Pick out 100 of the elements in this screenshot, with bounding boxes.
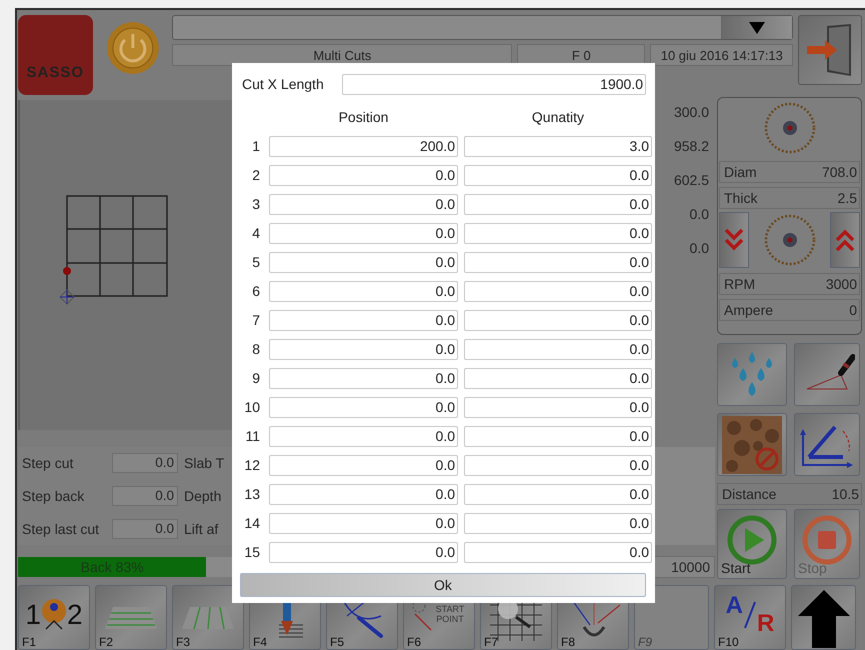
param-label: Step cut xyxy=(22,455,74,471)
param-label: Slab T xyxy=(184,455,224,471)
input-field[interactable]: 0.0 xyxy=(464,222,652,244)
param-value: 2.5 xyxy=(838,190,857,206)
input-field[interactable]: 0.0 xyxy=(269,542,458,562)
row-number: 13 xyxy=(243,486,261,502)
input-field[interactable]: 0.0 xyxy=(464,280,652,302)
value-display: 0.0 xyxy=(112,486,178,506)
function-key-button[interactable]: F2 xyxy=(95,585,167,650)
input-field[interactable]: 0.0 xyxy=(464,252,652,272)
ok-button[interactable]: Ok xyxy=(240,573,646,597)
param-label: Ampere xyxy=(724,302,774,318)
input-field[interactable]: 0.0 xyxy=(269,426,458,446)
digit-label: 1 xyxy=(25,600,41,628)
input-field[interactable]: 0.0 xyxy=(464,164,652,186)
input-field[interactable]: 0.0 xyxy=(269,310,458,330)
date-time: 10 giu 2016 14:17:13 xyxy=(650,44,794,66)
start-point-label: START POINT xyxy=(434,604,466,624)
input-field[interactable]: 0.0 xyxy=(464,542,652,562)
up-arrow-button[interactable] xyxy=(791,585,856,650)
row-number: 7 xyxy=(251,312,261,328)
row-number: 14 xyxy=(243,515,261,531)
row-number: 11 xyxy=(244,428,261,444)
param-label: Distance xyxy=(722,486,776,502)
slash-icon xyxy=(743,600,757,630)
row-number: 10 xyxy=(243,399,261,415)
param-label: Depth xyxy=(184,488,222,504)
input-field[interactable]: 0.0 xyxy=(269,194,458,214)
input-field[interactable]: 200.0 xyxy=(269,136,458,156)
dropdown-field[interactable] xyxy=(172,15,794,40)
input-field[interactable]: 0.0 xyxy=(464,512,652,534)
tool-button[interactable] xyxy=(717,413,787,476)
input-field[interactable]: 0.0 xyxy=(464,396,652,418)
param-label: RPM xyxy=(724,276,756,292)
field-label: Cut X Length xyxy=(241,76,325,92)
row-number: 15 xyxy=(243,544,261,560)
input-field[interactable]: 1900.0 xyxy=(342,74,646,94)
input-field[interactable]: 0.0 xyxy=(269,484,458,504)
input-field[interactable]: 0.0 xyxy=(269,338,458,360)
lower-button[interactable] xyxy=(719,212,749,268)
dropdown-caret-icon xyxy=(748,20,766,34)
digit-label: 2 xyxy=(67,600,83,628)
param-label: Thick xyxy=(724,190,758,206)
param-label: Lift af xyxy=(184,521,220,537)
input-field[interactable]: 3.0 xyxy=(464,136,652,156)
column-header: Position xyxy=(338,109,390,127)
value-display: 0.0 xyxy=(112,453,178,473)
up-arrow-icon xyxy=(796,588,852,648)
function-key-button[interactable]: F3 xyxy=(172,585,244,650)
param-value: 10.5 xyxy=(832,486,859,502)
row-number: 2 xyxy=(251,167,261,183)
param-value: 708.0 xyxy=(822,164,857,180)
input-field[interactable]: 0.0 xyxy=(269,454,458,476)
input-field[interactable]: 0.0 xyxy=(464,338,652,360)
function-key-button[interactable]: 1 2 F1 xyxy=(18,585,90,650)
param-value: 0 xyxy=(849,302,857,318)
param-value: 3000 xyxy=(826,276,857,292)
input-field[interactable]: 0.0 xyxy=(464,310,652,330)
double-chevron-up-icon xyxy=(835,228,855,252)
input-field[interactable]: 0.0 xyxy=(269,164,458,186)
exit-button[interactable] xyxy=(798,15,862,85)
row-number: 1 xyxy=(251,138,261,154)
saw-blade-icon xyxy=(762,213,816,267)
tool-button[interactable] xyxy=(794,343,860,406)
row-number: 6 xyxy=(251,283,261,299)
double-chevron-down-icon xyxy=(724,228,744,252)
input-field[interactable]: 0.0 xyxy=(464,368,652,388)
param-label: Step back xyxy=(22,488,86,504)
input-field[interactable]: 0.0 xyxy=(269,368,458,388)
row-number: 8 xyxy=(251,341,261,357)
raise-button[interactable] xyxy=(830,212,860,268)
input-field[interactable]: 0.0 xyxy=(269,280,458,302)
value-display: 0.0 xyxy=(112,519,178,539)
input-field[interactable]: 0.0 xyxy=(464,484,652,504)
stone-texture-icon xyxy=(722,416,782,474)
input-field[interactable]: 0.0 xyxy=(464,194,652,214)
input-field[interactable]: 0.0 xyxy=(464,454,652,476)
row-number: 12 xyxy=(243,457,261,473)
row-number: 4 xyxy=(251,225,261,241)
tool-button[interactable] xyxy=(794,413,860,476)
function-key-button[interactable]: A R F10 xyxy=(714,585,786,650)
param-label: Diam xyxy=(724,164,757,180)
axis-value: 0.0 xyxy=(690,205,709,224)
axis-value: 602.5 xyxy=(674,171,709,190)
row-number: 9 xyxy=(251,370,261,386)
start-button[interactable]: Start xyxy=(717,509,787,579)
logo: SASSO xyxy=(18,15,93,95)
power-icon xyxy=(104,20,160,76)
counter-display: 10000 xyxy=(653,556,715,578)
axis-value: 0.0 xyxy=(690,239,709,258)
input-field[interactable]: 0.0 xyxy=(269,512,458,534)
input-field[interactable]: 0.0 xyxy=(269,396,458,418)
input-field[interactable]: 0.0 xyxy=(464,426,652,446)
row-number: 5 xyxy=(251,254,261,270)
input-field[interactable]: 0.0 xyxy=(269,222,458,244)
row-number: 3 xyxy=(251,196,261,212)
input-field[interactable]: 0.0 xyxy=(269,252,458,272)
param-label: Step last cut xyxy=(22,521,100,537)
letter-label: R xyxy=(757,612,774,636)
column-header: Qunatity xyxy=(530,109,586,127)
